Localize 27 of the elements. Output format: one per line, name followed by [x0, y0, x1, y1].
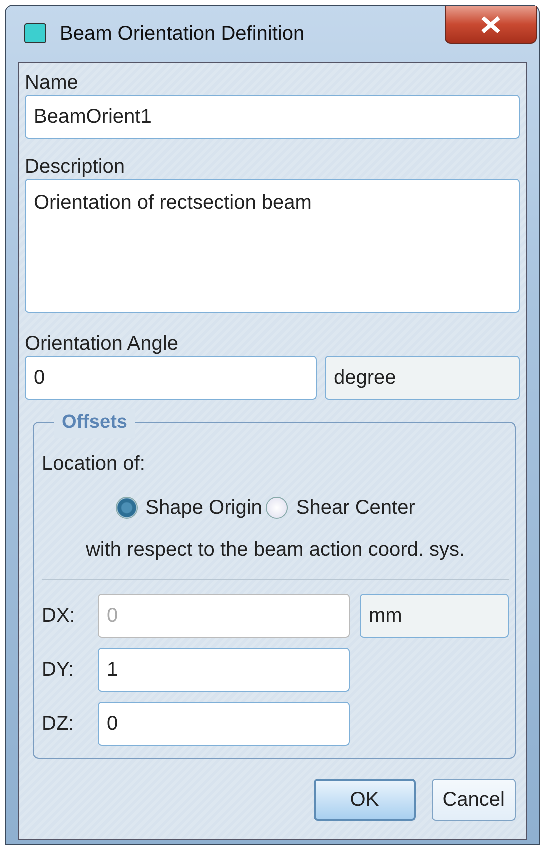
note-text: with respect to the beam action coord. sys.	[84, 538, 466, 563]
description-field[interactable]: Orientation of rectsection beam	[25, 179, 520, 313]
unit-field: degree	[325, 356, 520, 400]
radio-button[interactable]	[116, 497, 138, 519]
window-title: Beam Orientation Definition	[60, 22, 305, 47]
radio-label: Shape Origin	[146, 496, 262, 521]
field-label: Orientation Angle	[25, 332, 180, 356]
radio-button[interactable]	[266, 497, 288, 519]
radio-option[interactable]: Shape Origin	[116, 493, 262, 523]
field-label: Description	[25, 155, 126, 179]
close-button[interactable]	[445, 6, 537, 44]
offset-field[interactable]: 0	[98, 702, 350, 746]
close-icon	[479, 14, 503, 34]
cancel-button[interactable]: Cancel	[432, 779, 516, 821]
name-field[interactable]: BeamOrient1	[25, 95, 520, 139]
radio-label: Shear Center	[296, 496, 416, 521]
ok-button[interactable]: OK	[314, 779, 416, 821]
window-icon	[24, 23, 48, 45]
offset-field[interactable]: 1	[98, 648, 350, 692]
radio-option[interactable]: Shear Center	[266, 493, 416, 523]
offset-label: DX:	[42, 604, 76, 629]
field-label: Name	[25, 71, 80, 95]
location-label: Location of:	[42, 452, 146, 477]
offset-label: DZ:	[42, 712, 76, 737]
unit-field: mm	[360, 594, 509, 638]
offset-label: DY:	[42, 658, 76, 683]
angle-field[interactable]: 0	[25, 356, 317, 400]
